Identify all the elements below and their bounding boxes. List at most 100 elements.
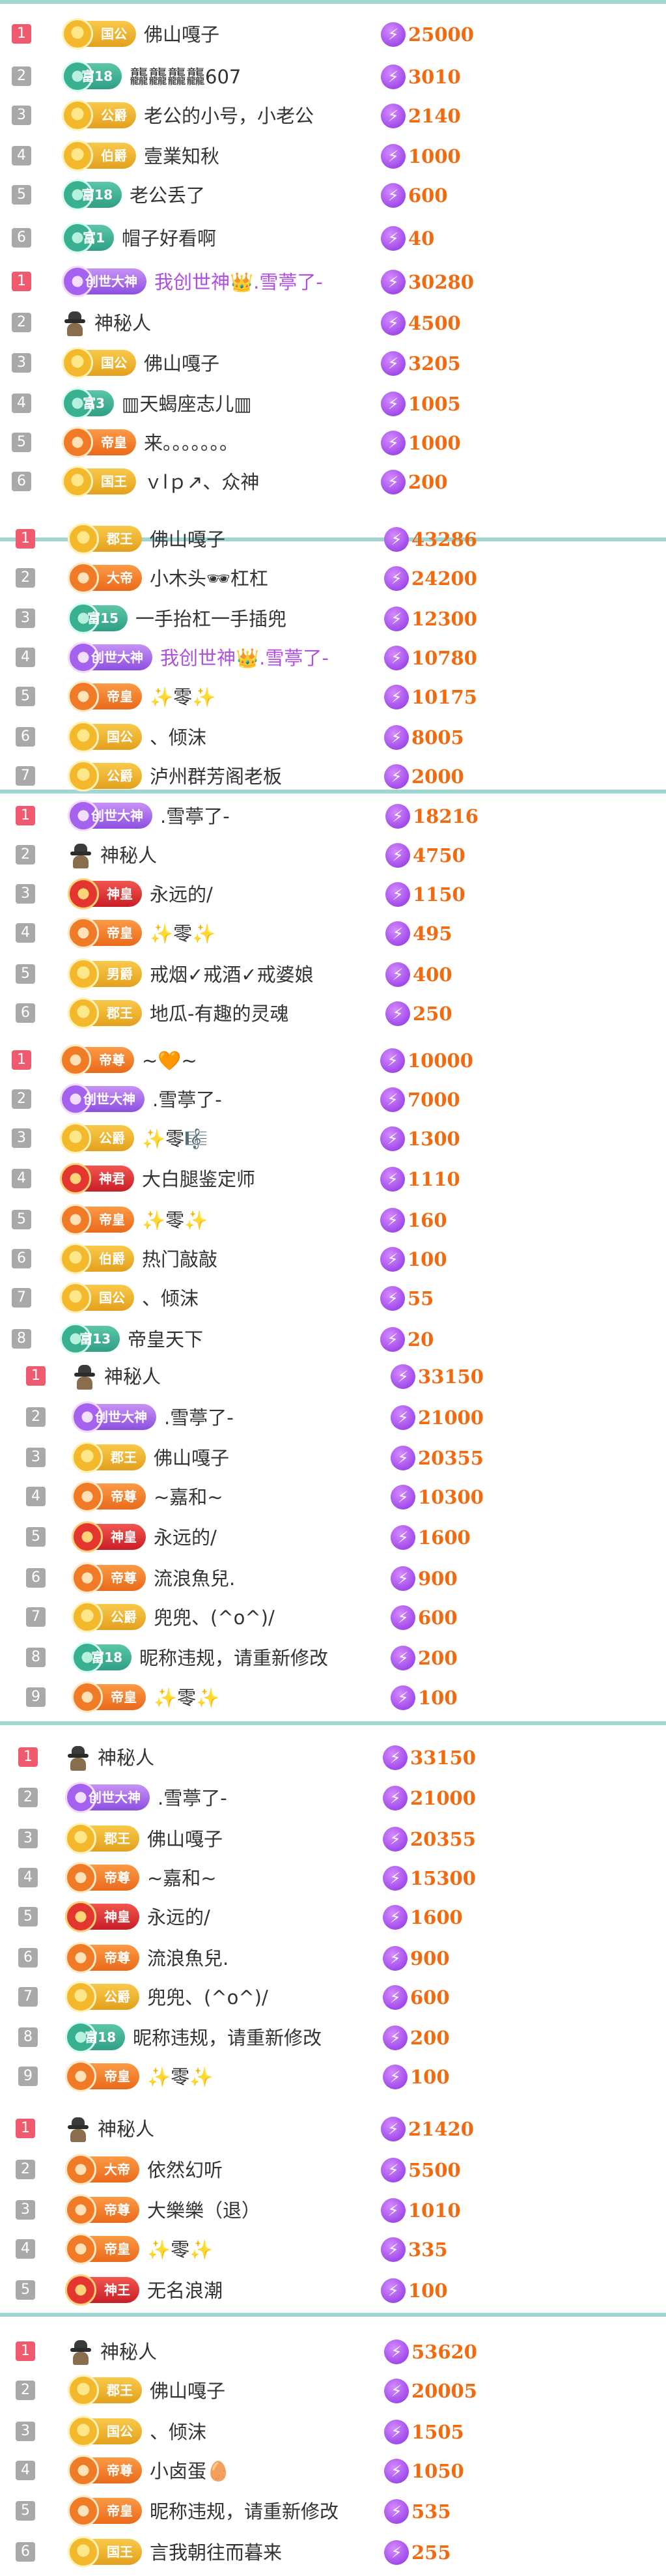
leaderboard-row[interactable]: 1 神秘人 ⚡ 21420 xyxy=(0,2111,666,2150)
leaderboard-row[interactable]: 9 帝皇 ✨零✨ ⚡ 100 xyxy=(0,1680,666,1719)
user-nickname[interactable]: 帽子好看啊 xyxy=(122,225,216,251)
leaderboard-row[interactable]: 4 帝尊 ~嘉和~ ⚡ 10300 xyxy=(0,1479,666,1518)
user-nickname[interactable]: 帝皇天下 xyxy=(128,1326,203,1352)
user-nickname[interactable]: 老公丢了 xyxy=(130,182,205,208)
user-nickname[interactable]: 流浪魚兒. xyxy=(154,1566,235,1592)
leaderboard-row[interactable]: 5 帝皇 来。。。。。。。 ⚡ 1000 xyxy=(0,425,666,464)
leaderboard-row[interactable]: 1 神秘人 ⚡ 33150 xyxy=(0,1739,666,1779)
user-nickname[interactable]: 老公的小号，小老公 xyxy=(144,103,314,129)
leaderboard-row[interactable]: 6 富1 帽子好看啊 ⚡ 40 xyxy=(0,220,666,259)
leaderboard-row[interactable]: 5 帝皇 ✨零✨ ⚡ 160 xyxy=(0,1202,666,1241)
leaderboard-row[interactable]: 6 国公 、倾沫 ⚡ 8005 xyxy=(0,719,666,758)
leaderboard-row[interactable]: 1 神秘人 ⚡ 33150 xyxy=(0,1358,666,1397)
user-nickname[interactable]: 昵称违规，请重新修改 xyxy=(139,1645,328,1671)
leaderboard-row[interactable]: 6 国王 ｖlｐ↗、众神 ⚡ 200 xyxy=(0,464,666,503)
leaderboard-row[interactable]: 3 帝尊 大樂樂（退） ⚡ 1010 xyxy=(0,2192,666,2231)
user-nickname[interactable]: 昵称违规，请重新修改 xyxy=(133,2025,322,2051)
user-nickname[interactable]: 佛山嘎子 xyxy=(150,526,225,552)
user-nickname[interactable]: 佛山嘎子 xyxy=(154,1445,229,1471)
user-nickname[interactable]: 神秘人 xyxy=(104,1364,161,1390)
user-nickname[interactable]: 佛山嘎子 xyxy=(147,1826,223,1852)
user-nickname[interactable]: 无名浪潮 xyxy=(147,2278,223,2304)
leaderboard-row[interactable]: 2 神秘人 ⚡ 4750 xyxy=(0,837,666,876)
user-nickname[interactable]: ｖlｐ↗、众神 xyxy=(144,469,259,495)
leaderboard-row[interactable]: 2 大帝 依然幻听 ⚡ 5500 xyxy=(0,2152,666,2191)
leaderboard-row[interactable]: 8 富18 昵称违规，请重新修改 ⚡ 200 xyxy=(0,1640,666,1679)
leaderboard-row[interactable]: 1 郡王 佛山嘎子 ⚡ 43286 xyxy=(0,521,666,560)
leaderboard-row[interactable]: 5 神王 无名浪潮 ⚡ 100 xyxy=(0,2272,666,2311)
user-nickname[interactable]: 来。。。。。。。 xyxy=(144,430,238,456)
user-nickname[interactable]: ✨零✨ xyxy=(154,1685,219,1711)
leaderboard-row[interactable]: 3 公爵 老公的小号，小老公 ⚡ 2140 xyxy=(0,98,666,137)
user-nickname[interactable]: 永远的/ xyxy=(154,1524,217,1551)
user-nickname[interactable]: ✨零✨ xyxy=(150,684,215,710)
leaderboard-row[interactable]: 3 公爵 ✨零🎼 ⚡ 1300 xyxy=(0,1121,666,1160)
leaderboard-row[interactable]: 1 神秘人 ⚡ 53620 xyxy=(0,2334,666,2373)
user-nickname[interactable]: 壹業知秋 xyxy=(144,143,219,169)
user-nickname[interactable]: ✨零✨ xyxy=(150,921,215,947)
leaderboard-row[interactable]: 8 富18 昵称违规，请重新修改 ⚡ 200 xyxy=(0,2020,666,2059)
leaderboard-row[interactable]: 5 神皇 永远的/ ⚡ 1600 xyxy=(0,1519,666,1558)
leaderboard-row[interactable]: 1 帝尊 ~🧡~ ⚡ 10000 xyxy=(0,1042,666,1081)
leaderboard-row[interactable]: 4 帝皇 ✨零✨ ⚡ 495 xyxy=(0,915,666,954)
user-nickname[interactable]: 兜兜、(^o^)/ xyxy=(147,1984,268,2011)
user-nickname[interactable]: 我创世神👑.雪葶了- xyxy=(154,269,323,295)
leaderboard-row[interactable]: 2 郡王 佛山嘎子 ⚡ 20005 xyxy=(0,2373,666,2412)
user-nickname[interactable]: 言我朝往而暮来 xyxy=(150,2540,282,2566)
user-nickname[interactable]: ✨零✨ xyxy=(147,2064,213,2090)
user-nickname[interactable]: 龘龘龘龘607 xyxy=(130,64,241,90)
user-nickname[interactable]: ✨零✨ xyxy=(147,2237,213,2263)
user-nickname[interactable]: 神秘人 xyxy=(98,1745,154,1771)
user-nickname[interactable]: 我创世神👑.雪葶了- xyxy=(160,645,329,671)
user-nickname[interactable]: 永远的/ xyxy=(150,881,213,908)
user-nickname[interactable]: 神秘人 xyxy=(98,2116,154,2142)
user-nickname[interactable]: 一手抬杠一手插兜 xyxy=(135,606,286,632)
user-nickname[interactable]: 地瓜-有趣的灵魂 xyxy=(150,1001,288,1027)
user-nickname[interactable]: ✨零🎼 xyxy=(142,1126,208,1152)
user-nickname[interactable]: 小木头🕶杠杠 xyxy=(150,565,268,592)
leaderboard-row[interactable]: 2 创世大神 .雪葶了- ⚡ 21000 xyxy=(0,1399,666,1438)
user-nickname[interactable]: 泸州群芳阁老板 xyxy=(150,764,282,790)
leaderboard-row[interactable]: 3 郡王 佛山嘎子 ⚡ 20355 xyxy=(0,1440,666,1479)
leaderboard-row[interactable]: 7 国公 、倾沫 ⚡ 55 xyxy=(0,1280,666,1319)
leaderboard-row[interactable]: 6 伯爵 热门敲敲 ⚡ 100 xyxy=(0,1241,666,1280)
leaderboard-row[interactable]: 2 大帝 小木头🕶杠杠 ⚡ 24200 xyxy=(0,560,666,599)
user-nickname[interactable]: ~嘉和~ xyxy=(147,1865,217,1891)
leaderboard-row[interactable]: 3 国公 、倾沫 ⚡ 1505 xyxy=(0,2414,666,2453)
user-nickname[interactable]: 佛山嘎子 xyxy=(144,351,219,377)
leaderboard-row[interactable]: 4 帝尊 ~嘉和~ ⚡ 15300 xyxy=(0,1860,666,1899)
leaderboard-row[interactable]: 2 富18 龘龘龘龘607 ⚡ 3010 xyxy=(0,59,666,98)
leaderboard-row[interactable]: 6 帝尊 流浪魚兒. ⚡ 900 xyxy=(0,1940,666,1979)
leaderboard-row[interactable]: 6 帝尊 流浪魚兒. ⚡ 900 xyxy=(0,1560,666,1599)
user-nickname[interactable]: 兜兜、(^o^)/ xyxy=(154,1605,275,1631)
leaderboard-row[interactable]: 5 神皇 永远的/ ⚡ 1600 xyxy=(0,1899,666,1938)
leaderboard-row[interactable]: 6 郡王 地瓜-有趣的灵魂 ⚡ 250 xyxy=(0,995,666,1035)
user-nickname[interactable]: ~🧡~ xyxy=(142,1048,197,1074)
leaderboard-row[interactable]: 1 国公 佛山嘎子 ⚡ 25000 xyxy=(0,16,666,55)
user-nickname[interactable]: 神秘人 xyxy=(100,842,157,868)
user-nickname[interactable]: 佛山嘎子 xyxy=(150,2378,225,2404)
user-nickname[interactable]: 流浪魚兒. xyxy=(147,1945,229,1971)
user-nickname[interactable]: ✨零✨ xyxy=(142,1207,208,1233)
leaderboard-row[interactable]: 4 帝尊 小卤蛋🥚 ⚡ 1050 xyxy=(0,2453,666,2492)
user-nickname[interactable]: 佛山嘎子 xyxy=(144,21,219,48)
leaderboard-row[interactable]: 7 公爵 兜兜、(^o^)/ ⚡ 600 xyxy=(0,1599,666,1639)
leaderboard-row[interactable]: 4 富3 ▥天蝎座志儿▥ ⚡ 1005 xyxy=(0,386,666,425)
leaderboard-row[interactable]: 4 创世大神 我创世神👑.雪葶了- ⚡ 10780 xyxy=(0,640,666,679)
user-nickname[interactable]: .雪葶了- xyxy=(158,1785,227,1811)
user-nickname[interactable]: ~嘉和~ xyxy=(154,1484,223,1510)
leaderboard-row[interactable]: 7 公爵 泸州群芳阁老板 ⚡ 2000 xyxy=(0,758,666,797)
leaderboard-row[interactable]: 3 富15 一手抬杠一手插兜 ⚡ 12300 xyxy=(0,601,666,640)
user-nickname[interactable]: 、倾沫 xyxy=(150,724,206,751)
leaderboard-row[interactable]: 1 创世大神 .雪葶了- ⚡ 18216 xyxy=(0,798,666,837)
leaderboard-row[interactable]: 5 男爵 戒烟✓戒酒✓戒婆娘 ⚡ 400 xyxy=(0,956,666,995)
user-nickname[interactable]: 神秘人 xyxy=(94,310,151,336)
user-nickname[interactable]: 大樂樂（退） xyxy=(147,2197,260,2224)
leaderboard-row[interactable]: 3 神皇 永远的/ ⚡ 1150 xyxy=(0,876,666,915)
user-nickname[interactable]: .雪葶了- xyxy=(164,1405,234,1431)
user-nickname[interactable]: 小卤蛋🥚 xyxy=(150,2458,230,2484)
leaderboard-row[interactable]: 1 创世大神 我创世神👑.雪葶了- ⚡ 30280 xyxy=(0,264,666,303)
user-nickname[interactable]: ▥天蝎座志儿▥ xyxy=(122,391,252,417)
user-nickname[interactable]: 、倾沫 xyxy=(150,2419,206,2445)
user-nickname[interactable]: 热门敲敲 xyxy=(142,1246,217,1272)
